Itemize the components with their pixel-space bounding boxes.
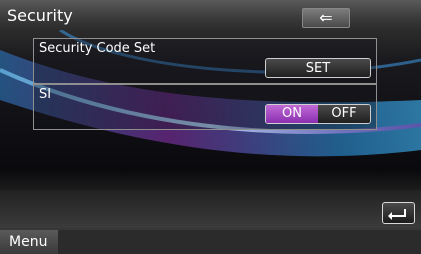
back-arrow-button[interactable]: ⇐ bbox=[302, 8, 350, 28]
si-toggle: ON OFF bbox=[265, 104, 371, 124]
menu-button[interactable]: Menu bbox=[0, 230, 58, 254]
security-screen: Security ⇐ Security Code Set SET SI ON O… bbox=[0, 0, 421, 254]
back-arrow-icon: ⇐ bbox=[319, 8, 333, 27]
si-off-button[interactable]: OFF bbox=[318, 105, 370, 123]
bottom-band bbox=[0, 190, 421, 228]
si-on-button[interactable]: ON bbox=[266, 105, 318, 123]
security-code-panel: Security Code Set SET bbox=[33, 38, 377, 84]
si-label: SI bbox=[39, 87, 52, 102]
menu-bar bbox=[0, 230, 421, 254]
security-code-label: Security Code Set bbox=[39, 41, 156, 56]
header-bar: Security ⇐ bbox=[0, 0, 421, 30]
set-button[interactable]: SET bbox=[265, 58, 371, 78]
si-panel: SI ON OFF bbox=[33, 84, 377, 130]
return-icon bbox=[388, 209, 406, 220]
return-button[interactable] bbox=[382, 202, 415, 224]
page-title: Security bbox=[7, 6, 73, 25]
